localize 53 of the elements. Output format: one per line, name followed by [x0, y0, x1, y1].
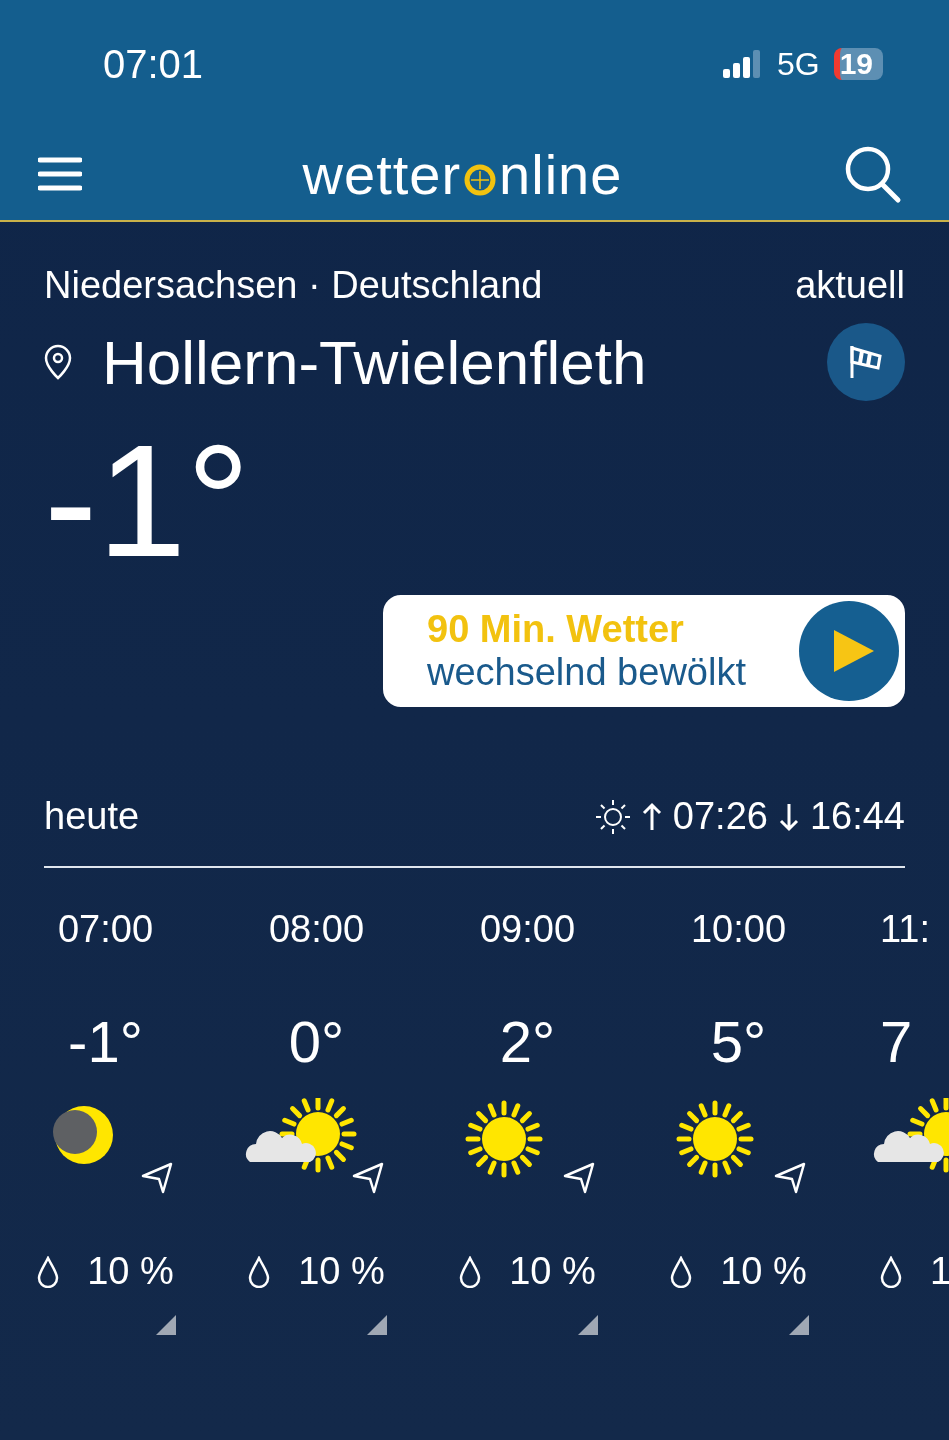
city-name: Hollern-Twielenfleth [102, 326, 647, 398]
raindrop-icon [37, 1255, 60, 1288]
raindrop-icon [880, 1255, 902, 1288]
region-label: Niedersachsen · Deutschland [44, 264, 543, 307]
hour-time: 08:00 [268, 908, 365, 952]
location-pin-icon [44, 344, 72, 380]
hour-time: 09:00 [479, 908, 576, 952]
precipitation-chance: 1 [930, 1250, 949, 1293]
network-label: 5G [776, 45, 820, 83]
globe-icon [463, 163, 498, 197]
hour-time: 11: [880, 908, 930, 952]
card-subtitle: wechselnd bewölkt [427, 651, 746, 694]
hour-temperature: 5° [710, 1008, 767, 1076]
hour-temperature: 7 [880, 1008, 913, 1076]
logo-text: nline [499, 141, 623, 207]
arrow-down-icon [777, 801, 800, 832]
wind-direction-icon [562, 1162, 595, 1194]
play-icon [832, 628, 876, 674]
expand-corner-icon[interactable] [155, 1315, 176, 1335]
precipitation-chance: 10 % [298, 1250, 385, 1293]
current-temperature: -1° [44, 421, 252, 581]
logo-text: wetter [302, 141, 462, 207]
wind-direction-icon [773, 1162, 806, 1194]
arrow-up-icon [640, 801, 663, 832]
precipitation-chance: 10 % [720, 1250, 807, 1293]
hour-time: 07:00 [57, 908, 154, 952]
hour-temperature: -1° [68, 1008, 143, 1076]
raindrop-icon [459, 1255, 482, 1288]
moon-icon [52, 1104, 115, 1166]
forecast-card[interactable]: 90 Min. Wetter wechselnd bewölkt [383, 595, 905, 707]
sunset-time: 16:44 [809, 795, 905, 838]
card-title: 90 Min. Wetter [427, 608, 685, 651]
hour-time: 10:00 [690, 908, 787, 952]
hour-temperature: 0° [288, 1008, 345, 1076]
menu-icon[interactable] [38, 156, 82, 192]
wind-direction-icon [351, 1162, 384, 1194]
expand-corner-icon[interactable] [788, 1315, 809, 1335]
raindrop-icon [670, 1255, 693, 1288]
sunrise-time: 07:26 [672, 795, 768, 838]
expand-corner-icon[interactable] [577, 1315, 598, 1335]
status-time: 07:01 [103, 41, 204, 87]
day-label: heute [44, 795, 140, 838]
expand-corner-icon[interactable] [366, 1315, 387, 1335]
precipitation-chance: 10 % [509, 1250, 596, 1293]
raindrop-icon [248, 1255, 271, 1288]
battery-indicator: 19 [833, 48, 883, 80]
signal-icon [722, 49, 763, 79]
search-icon[interactable] [843, 144, 903, 204]
hour-temperature: 2° [499, 1008, 556, 1076]
wind-direction-icon [140, 1162, 173, 1194]
mode-label: aktuell [795, 264, 905, 307]
sun-icon [594, 798, 631, 835]
precipitation-chance: 10 % [87, 1250, 174, 1293]
